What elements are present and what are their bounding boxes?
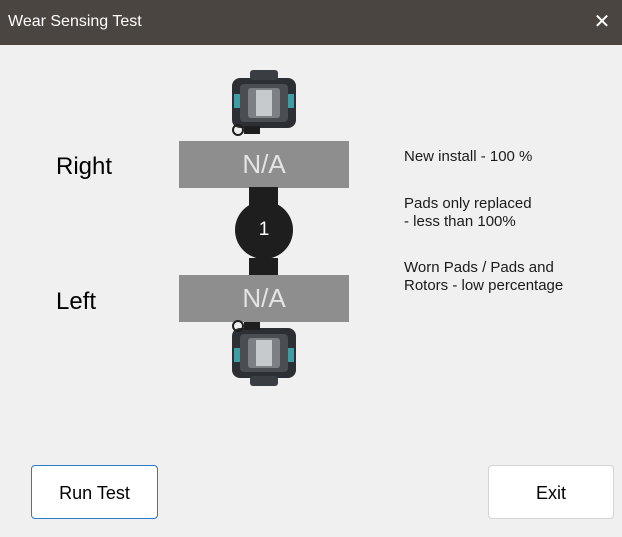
left-label: Left bbox=[56, 288, 97, 315]
legend-worn-pads-line1: Worn Pads / Pads and bbox=[404, 259, 554, 276]
left-wear-value: N/A bbox=[179, 275, 349, 322]
legend-pads-replaced-line2: - less than 100% bbox=[404, 213, 516, 230]
right-wear-value: N/A bbox=[179, 141, 349, 188]
run-test-button[interactable]: Run Test bbox=[31, 465, 158, 519]
title-bar: Wear Sensing Test ✕ bbox=[0, 0, 622, 45]
close-icon[interactable]: ✕ bbox=[582, 0, 622, 45]
legend-pads-replaced-line1: Pads only replaced bbox=[404, 195, 532, 212]
axle-lower-connector bbox=[249, 258, 278, 276]
legend-worn-pads-line2: Rotors - low percentage bbox=[404, 277, 564, 294]
exit-button[interactable]: Exit bbox=[488, 465, 614, 519]
window-title: Wear Sensing Test bbox=[8, 13, 142, 30]
right-label: Right bbox=[56, 153, 113, 180]
axle-number-badge: 1 bbox=[235, 201, 293, 259]
brake-caliper-icon bbox=[232, 320, 296, 386]
wear-sensing-dialog: Wear Sensing Test ✕ Right N/A 1 Left N/A… bbox=[0, 0, 622, 537]
legend-new-install: New install - 100 % bbox=[404, 148, 533, 165]
brake-caliper-icon bbox=[232, 70, 296, 136]
